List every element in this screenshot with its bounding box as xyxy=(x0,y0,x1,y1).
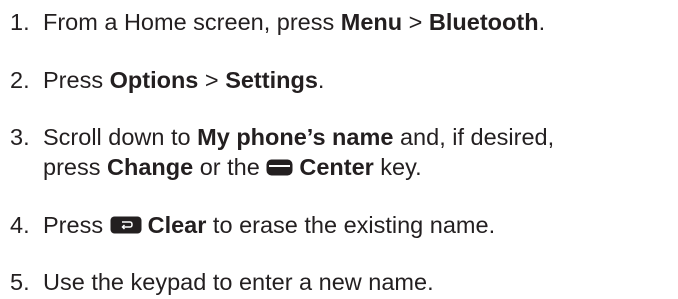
menu-label: Menu xyxy=(340,9,403,35)
step-text: Press Clear to erase the existing name. xyxy=(43,210,678,240)
step-number: 5. xyxy=(10,269,30,295)
step-number: 1. xyxy=(10,9,30,35)
text: > xyxy=(198,67,226,93)
text: Scroll down to xyxy=(43,124,198,150)
step-number: 2. xyxy=(10,67,30,93)
step-text: Use the keypad to enter a new name. xyxy=(43,267,678,297)
step-text: Press Options > Settings. xyxy=(43,65,678,95)
options-label: Options xyxy=(109,67,199,93)
text: . xyxy=(317,67,325,93)
step-number: 3. xyxy=(10,124,30,150)
text: > xyxy=(402,9,429,35)
text: Press xyxy=(43,67,110,93)
step-line: press Change or the Center key. xyxy=(43,152,678,182)
settings-label: Settings xyxy=(225,67,318,93)
my-phones-name-label: My phone’s name xyxy=(197,124,394,150)
bluetooth-label: Bluetooth xyxy=(428,9,539,35)
text: to erase the existing name. xyxy=(206,212,496,238)
text: Press xyxy=(43,212,110,238)
step-text: From a Home screen, press Menu > Bluetoo… xyxy=(43,7,678,37)
text: and, if desired, xyxy=(393,124,555,150)
center-label: Center xyxy=(299,154,374,180)
step-line: Scroll down to My phone’s name and, if d… xyxy=(43,122,678,152)
text: key. xyxy=(373,154,422,180)
text: . xyxy=(538,9,546,35)
step-number: 4. xyxy=(10,212,30,238)
clear-key-icon xyxy=(110,216,142,234)
step-text: Scroll down to My phone’s name and, if d… xyxy=(43,122,678,182)
text: press xyxy=(43,154,107,180)
center-key-icon xyxy=(266,159,293,176)
text: or the xyxy=(193,154,267,180)
change-label: Change xyxy=(107,154,194,180)
clear-label: Clear xyxy=(147,212,207,238)
text: Use the keypad to enter a new name. xyxy=(43,269,434,295)
text: From a Home screen, press xyxy=(43,9,341,35)
